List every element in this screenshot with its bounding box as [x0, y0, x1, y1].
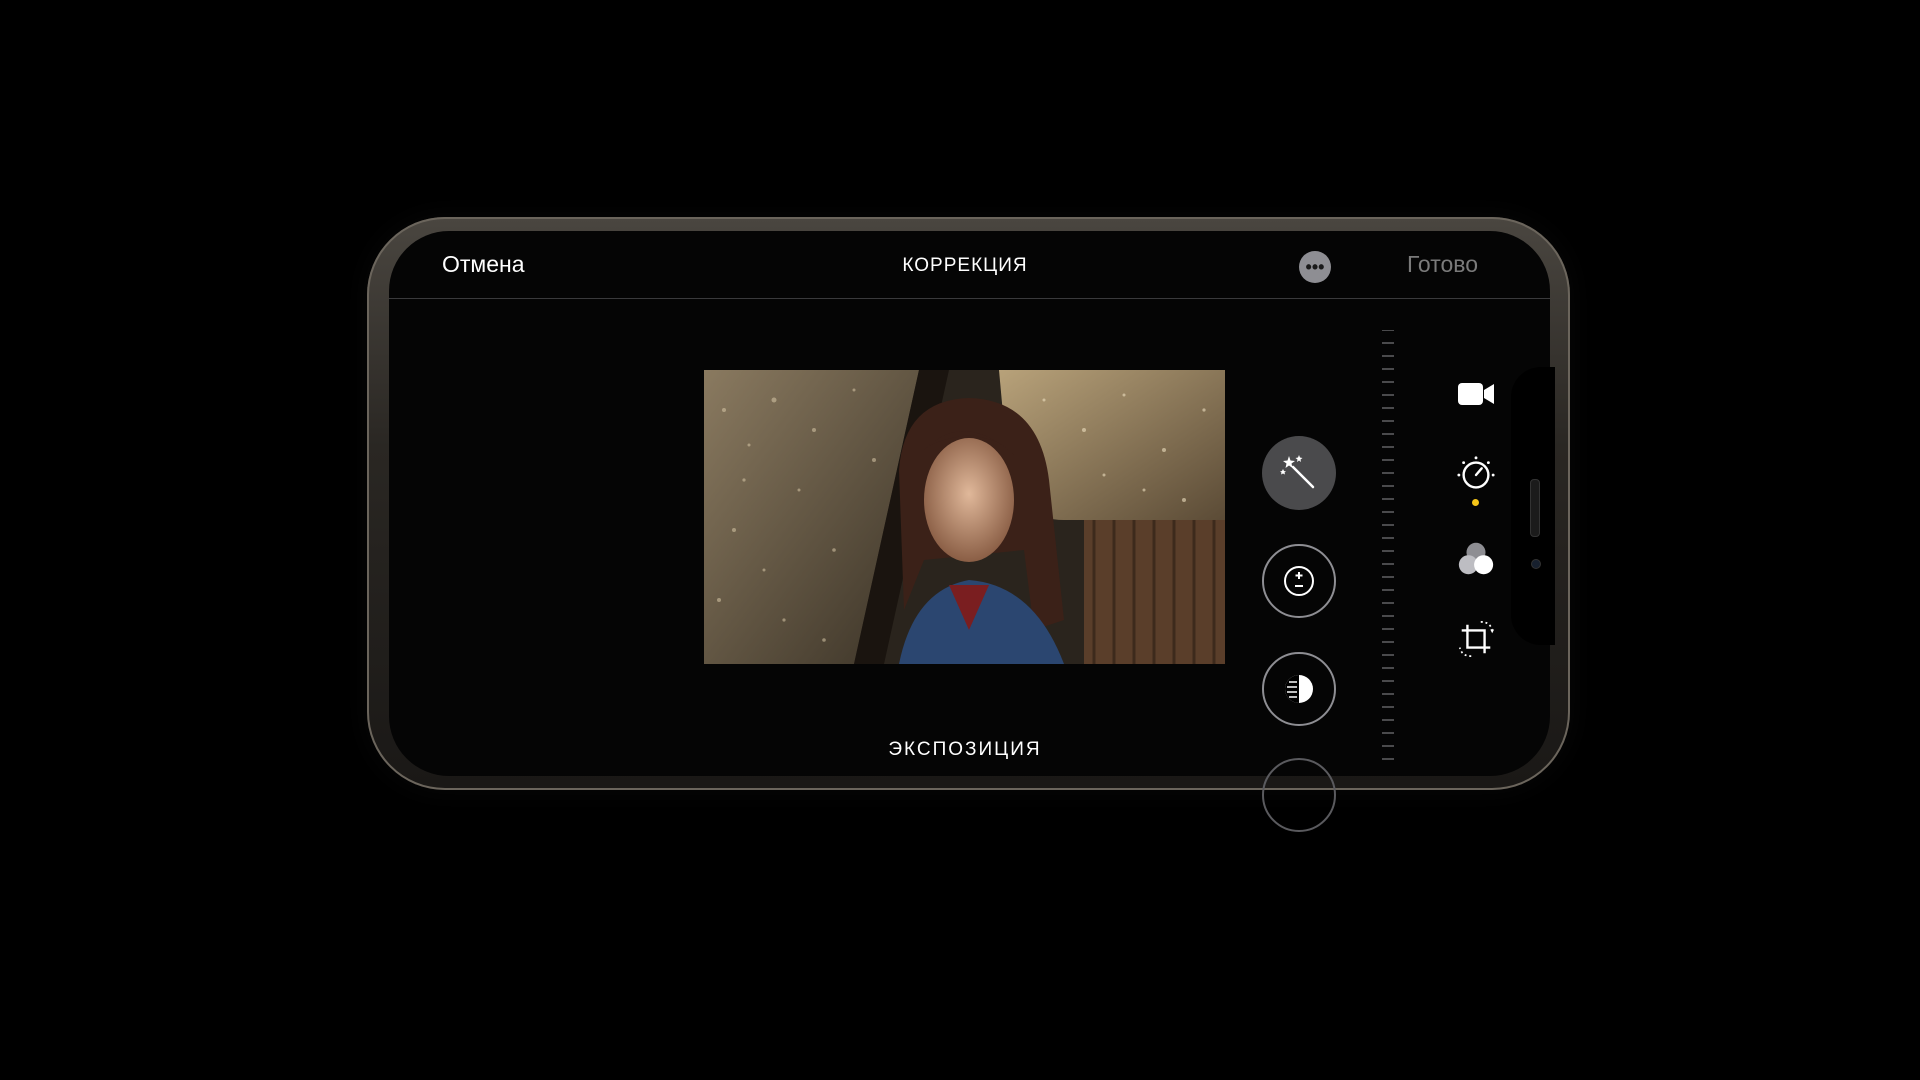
- front-camera: [1531, 559, 1541, 569]
- photo-preview[interactable]: [704, 370, 1225, 664]
- active-indicator: [1472, 499, 1479, 506]
- video-camera-icon[interactable]: [1456, 374, 1496, 414]
- adjust-dial-icon[interactable]: [1456, 455, 1496, 495]
- crop-rotate-icon[interactable]: [1456, 619, 1496, 659]
- done-button[interactable]: Готово: [1407, 251, 1478, 278]
- ellipsis-icon[interactable]: •••: [1299, 251, 1331, 283]
- next-tool-button[interactable]: [1262, 758, 1336, 832]
- speaker-grille: [1530, 479, 1540, 537]
- plus-minus-icon[interactable]: [1262, 544, 1336, 618]
- header-divider: [389, 298, 1550, 299]
- half-circle-icon[interactable]: [1262, 652, 1336, 726]
- page-title: КОРРЕКЦИЯ: [902, 255, 1028, 276]
- exposure-slider[interactable]: [1380, 330, 1396, 770]
- cancel-button[interactable]: Отмена: [442, 251, 525, 278]
- filters-icon[interactable]: [1456, 539, 1496, 579]
- selected-tool-label: ЭКСПОЗИЦИЯ: [888, 739, 1042, 760]
- magic-wand-icon[interactable]: [1262, 436, 1336, 510]
